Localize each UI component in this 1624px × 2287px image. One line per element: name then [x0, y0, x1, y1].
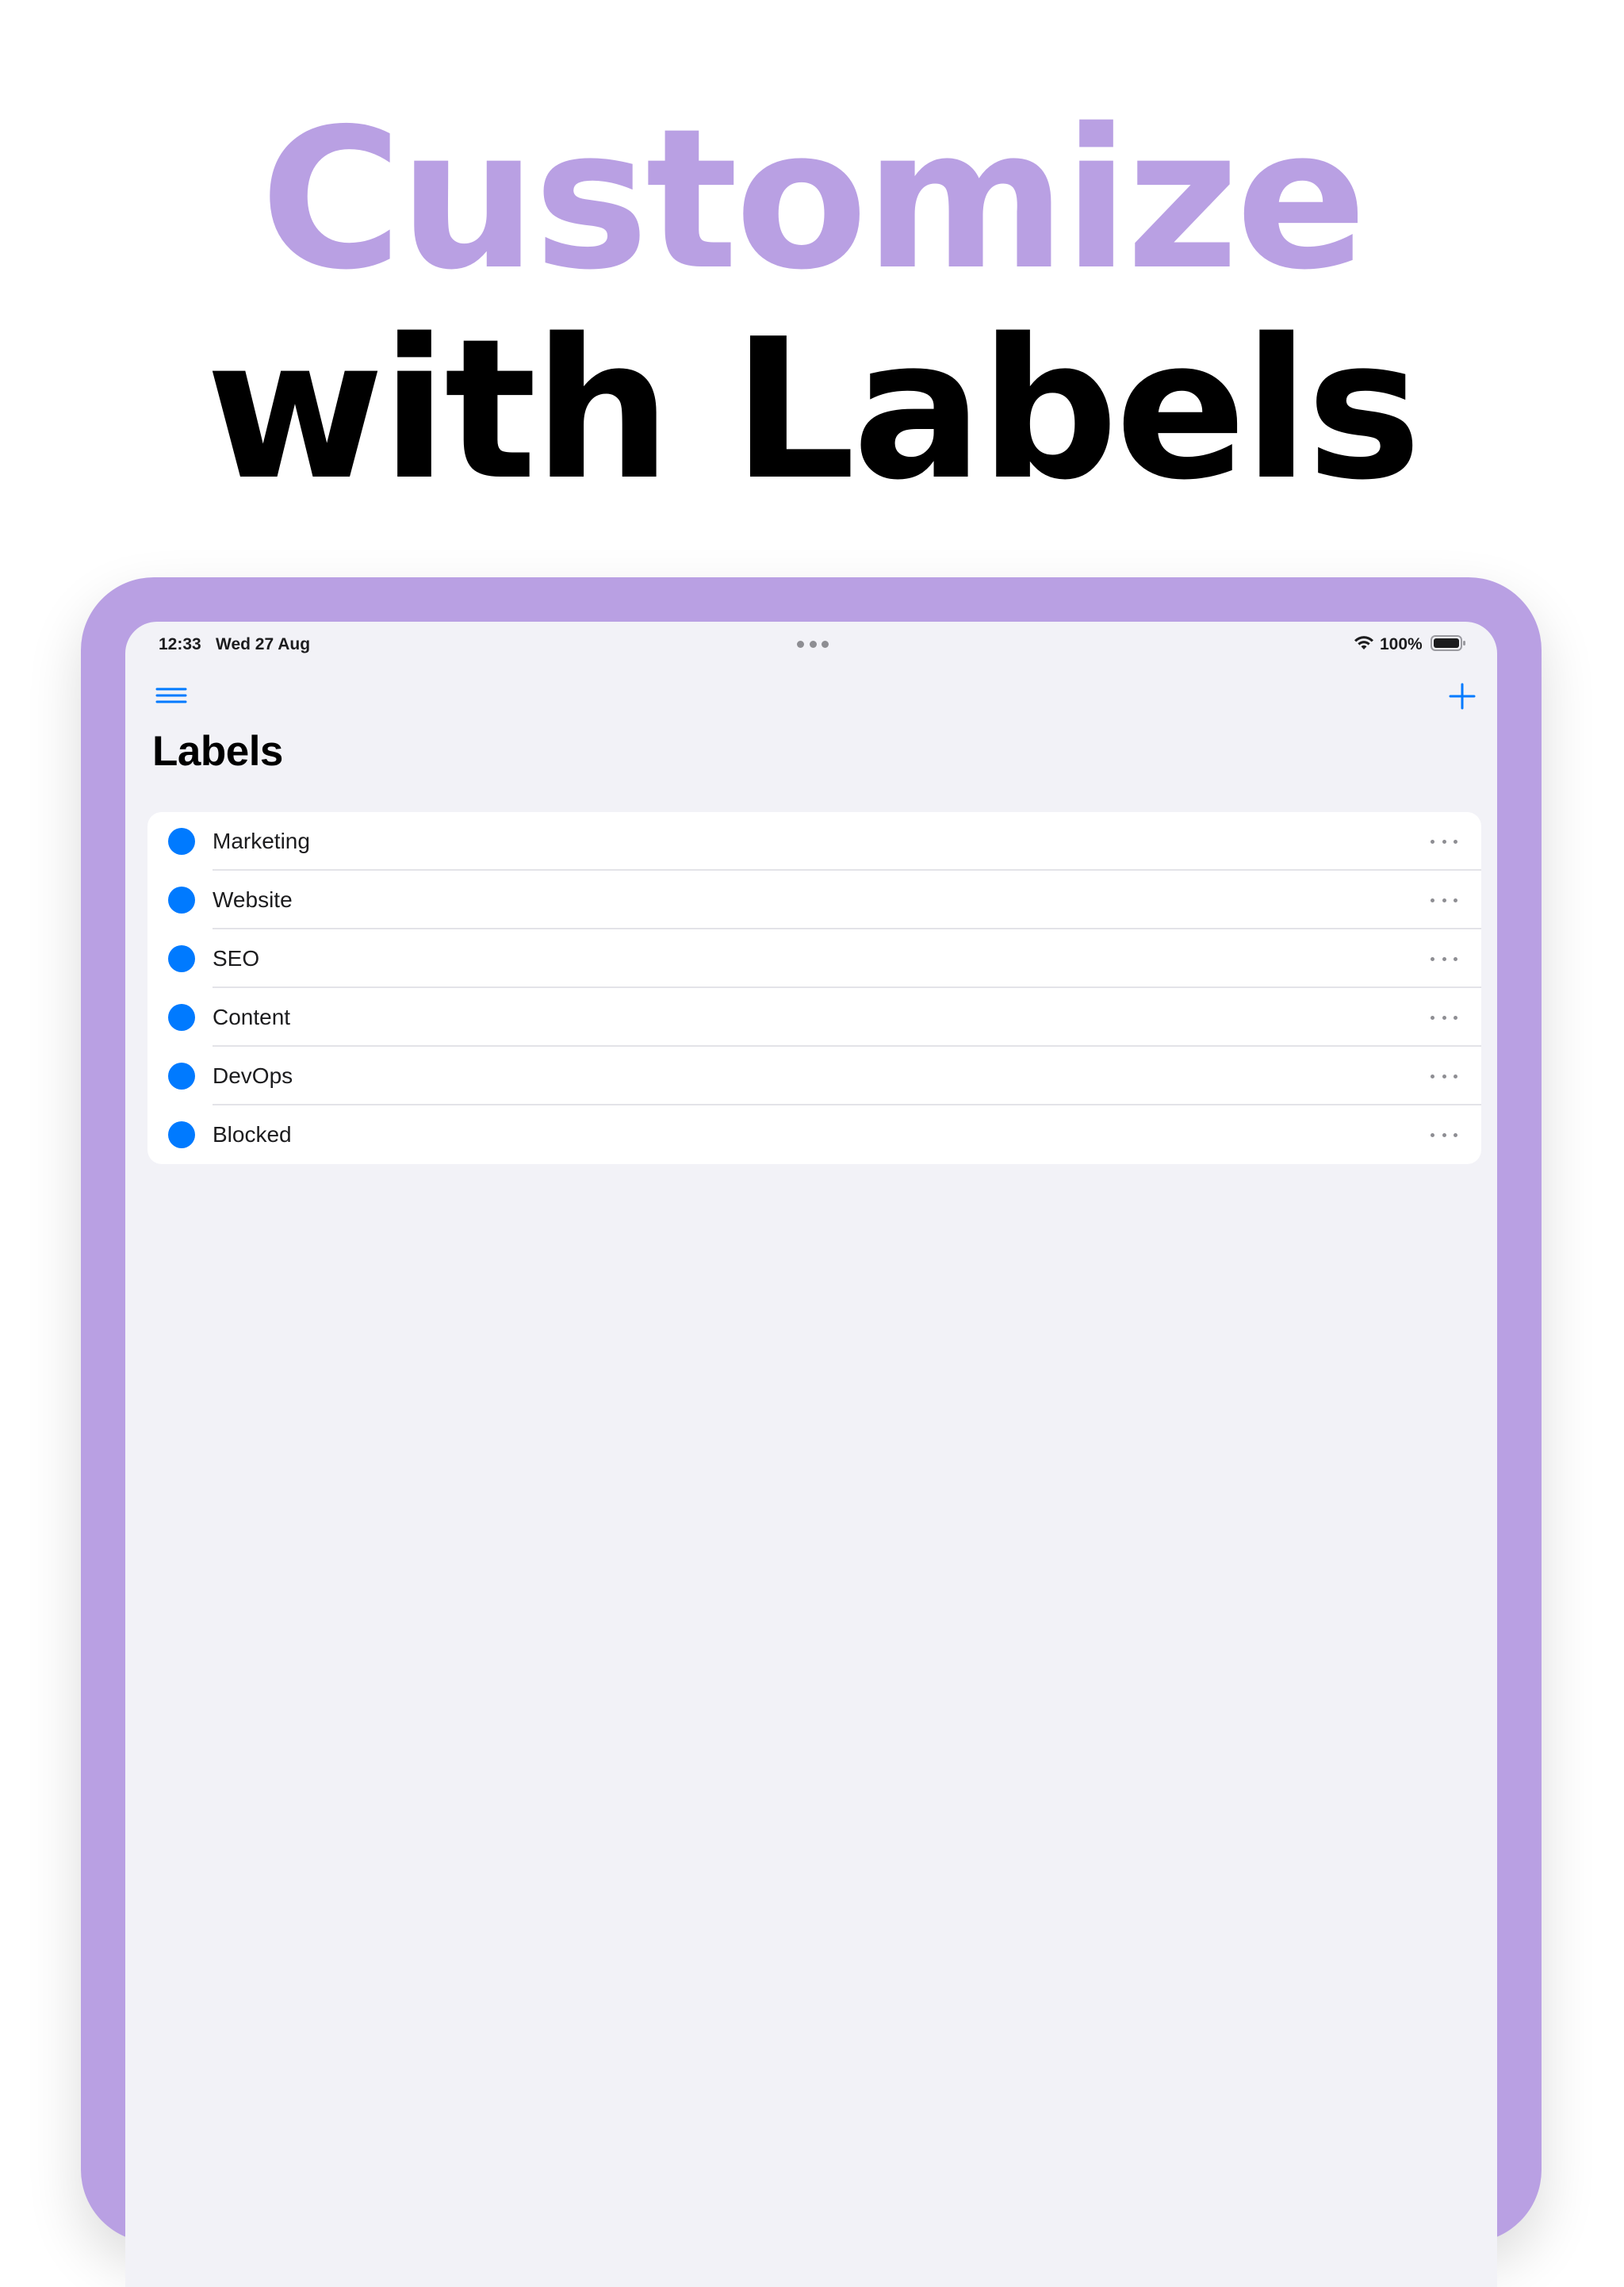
label-list: Marketing Website SEO Content DevOps Blo… — [147, 812, 1481, 1164]
headline-customize: Customize — [260, 87, 1367, 312]
label-color-dot — [168, 1004, 195, 1031]
label-name: DevOps — [213, 1063, 293, 1088]
more-options-icon[interactable] — [1431, 891, 1457, 909]
battery-percent: 100% — [1380, 635, 1423, 653]
label-row-website[interactable]: Website — [147, 871, 1481, 929]
label-color-dot — [168, 1121, 195, 1148]
label-row-content[interactable]: Content — [147, 988, 1481, 1047]
status-time: 12:33 — [159, 635, 201, 653]
label-row-seo[interactable]: SEO — [147, 929, 1481, 988]
multitask-dots-icon[interactable] — [797, 639, 829, 649]
label-color-dot — [168, 1063, 195, 1090]
plus-icon[interactable] — [1445, 679, 1480, 714]
app-screen: 12:33 Wed 27 Aug 100% Labels Marketing W… — [125, 622, 1497, 2287]
dot — [809, 640, 817, 648]
label-name: Content — [213, 1005, 291, 1029]
more-options-icon[interactable] — [1431, 833, 1457, 850]
wifi-icon — [1354, 636, 1373, 649]
more-options-icon[interactable] — [1431, 950, 1457, 967]
dot — [822, 640, 829, 648]
label-color-dot — [168, 887, 195, 914]
label-row-marketing[interactable]: Marketing — [147, 812, 1481, 871]
page-title: Labels — [152, 728, 283, 775]
label-row-devops[interactable]: DevOps — [147, 1047, 1481, 1105]
label-color-dot — [168, 828, 195, 855]
more-options-icon[interactable] — [1431, 1126, 1457, 1144]
label-name: Website — [213, 887, 293, 912]
label-name: Marketing — [213, 829, 310, 853]
label-row-blocked[interactable]: Blocked — [147, 1105, 1481, 1164]
label-name: Blocked — [213, 1122, 292, 1147]
dot — [797, 640, 804, 648]
more-options-icon[interactable] — [1431, 1067, 1457, 1085]
hamburger-menu-icon[interactable] — [154, 679, 189, 714]
tablet-frame: 12:33 Wed 27 Aug 100% Labels Marketing W… — [81, 577, 1542, 2287]
label-name: SEO — [213, 946, 260, 971]
more-options-icon[interactable] — [1431, 1009, 1457, 1026]
battery-icon — [1431, 635, 1465, 651]
status-date: Wed 27 Aug — [216, 635, 311, 653]
label-color-dot — [168, 945, 195, 972]
headline-with-labels: with Labels — [205, 297, 1422, 523]
